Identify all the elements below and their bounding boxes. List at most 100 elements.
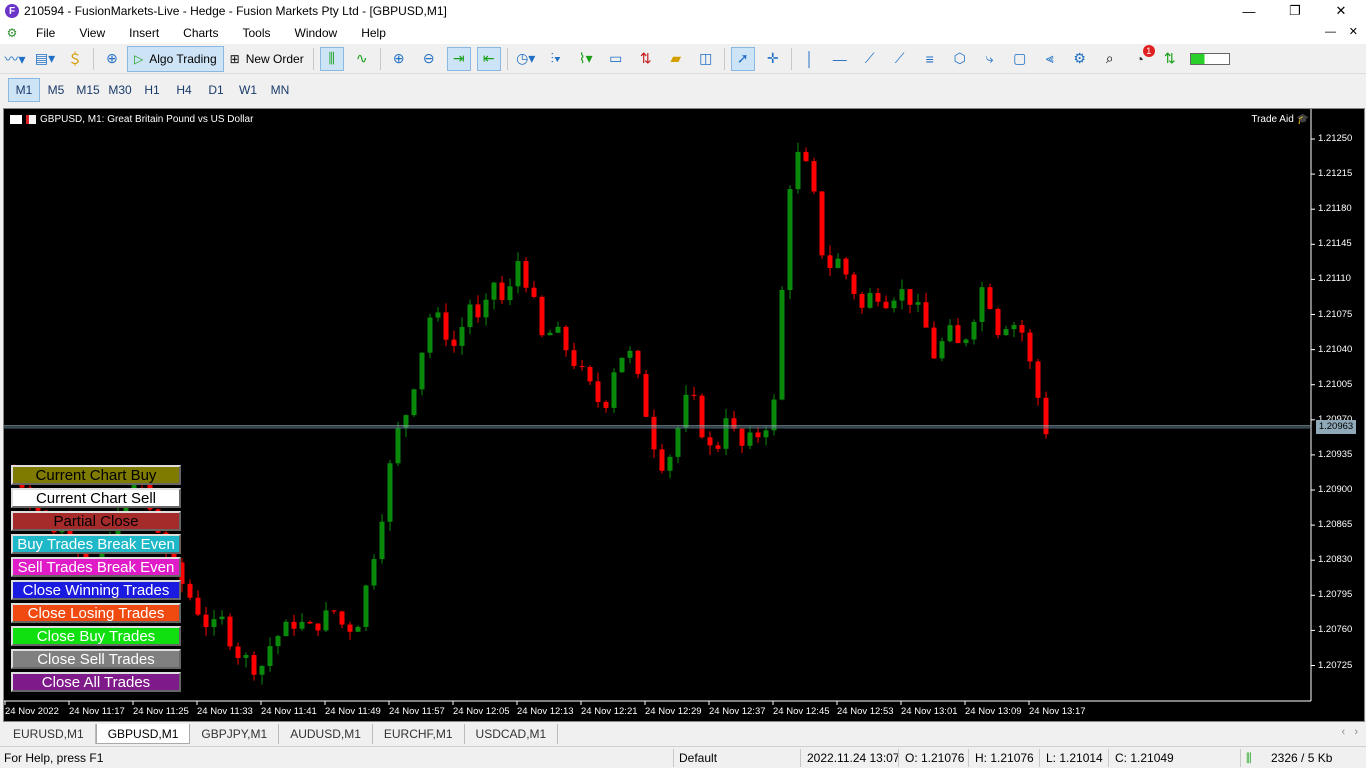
chart-symbol-icon[interactable] bbox=[26, 115, 36, 124]
status-datetime: 2022.11.24 13:07 bbox=[807, 751, 900, 765]
market-icon[interactable]: ⊕ bbox=[100, 47, 124, 71]
dollar-icon[interactable]: ＄ bbox=[63, 47, 87, 71]
candle-body bbox=[235, 646, 241, 658]
indicators-icon[interactable]: ⫶▾ bbox=[544, 47, 568, 71]
crosshair-icon[interactable]: ✛ bbox=[761, 47, 785, 71]
menu-help[interactable]: Help bbox=[349, 26, 398, 40]
separator bbox=[312, 47, 314, 70]
menu-window[interactable]: Window bbox=[283, 26, 350, 40]
chart-window[interactable]: GBPUSD, M1: Great Britain Pound vs US Do… bbox=[3, 108, 1365, 722]
line-chart-icon[interactable]: ∿ bbox=[350, 47, 374, 71]
menu-close-icon[interactable]: ✕ bbox=[1349, 25, 1358, 38]
candle-body bbox=[203, 614, 209, 628]
candle-body bbox=[299, 621, 305, 629]
tab-gbpjpy[interactable]: GBPJPY,M1 bbox=[190, 724, 280, 744]
timeframe-mn[interactable]: MN bbox=[264, 78, 296, 102]
close-all-trades-button[interactable]: Close All Trades bbox=[11, 672, 181, 692]
close-sell-trades-button[interactable]: Close Sell Trades bbox=[11, 649, 181, 669]
candlestick-chart[interactable] bbox=[4, 109, 1364, 721]
price-tick-label: 1.21005 bbox=[1318, 378, 1353, 390]
folder-icon[interactable]: ▰ bbox=[664, 47, 688, 71]
vertical-line-icon[interactable]: │ bbox=[798, 47, 822, 71]
chart-menu-icon[interactable] bbox=[10, 115, 22, 124]
candle-body bbox=[539, 296, 545, 336]
auto-scroll-icon[interactable]: ⇥ bbox=[446, 46, 471, 71]
path-icon[interactable]: ⤷ bbox=[978, 47, 1002, 71]
timeframe-toolbar: M1 M5 M15 M30 H1 H4 D1 W1 MN bbox=[0, 76, 1366, 104]
objects-icon[interactable]: ▭ bbox=[604, 47, 628, 71]
screenshot-icon[interactable]: ◫ bbox=[694, 47, 718, 71]
candle-body bbox=[323, 610, 329, 631]
signal-icon[interactable]: ⇅ bbox=[1158, 47, 1182, 71]
horizontal-line-icon[interactable]: — bbox=[828, 47, 852, 71]
tab-eurusd[interactable]: EURUSD,M1 bbox=[2, 724, 96, 744]
current-chart-sell-button[interactable]: Current Chart Sell bbox=[11, 488, 181, 508]
algo-trading-button[interactable]: ▷ Algo Trading bbox=[127, 45, 224, 72]
current-chart-buy-button[interactable]: Current Chart Buy bbox=[11, 465, 181, 485]
timeframe-h1[interactable]: H1 bbox=[136, 78, 168, 102]
tab-eurchf[interactable]: EURCHF,M1 bbox=[373, 724, 465, 744]
maximize-button[interactable]: ❐ bbox=[1272, 0, 1318, 22]
bar-chart-icon[interactable]: ⫼ bbox=[319, 46, 344, 71]
timeframe-w1[interactable]: W1 bbox=[232, 78, 264, 102]
timeframe-m1[interactable]: M1 bbox=[8, 78, 40, 102]
channel-icon[interactable]: ≡ bbox=[918, 47, 942, 71]
timeframe-m5[interactable]: M5 bbox=[40, 78, 72, 102]
tab-usdcad[interactable]: USDCAD,M1 bbox=[465, 724, 559, 744]
profiles-icon[interactable]: ▤▾ bbox=[33, 47, 57, 71]
candle-body bbox=[491, 282, 497, 300]
periods-icon[interactable]: ◷▾ bbox=[514, 47, 538, 71]
timeframe-m15[interactable]: M15 bbox=[72, 78, 104, 102]
candle-body bbox=[275, 636, 281, 647]
timeframe-d1[interactable]: D1 bbox=[200, 78, 232, 102]
fibonacci-icon[interactable]: ⫷ bbox=[1038, 47, 1062, 71]
trendline-icon[interactable]: ⟋ bbox=[858, 47, 882, 71]
notifications-icon[interactable]: ◔ 1 bbox=[1128, 44, 1155, 71]
menu-file[interactable]: File bbox=[24, 26, 67, 40]
shapes-icon[interactable]: ⬡ bbox=[948, 47, 972, 71]
search-icon[interactable]: ⌕ bbox=[1098, 47, 1122, 71]
candle-body bbox=[875, 293, 881, 302]
tab-gbpusd[interactable]: GBPUSD,M1 bbox=[95, 724, 191, 744]
candle-body bbox=[283, 621, 289, 637]
sell-trades-break-even-button[interactable]: Sell Trades Break Even bbox=[11, 557, 181, 577]
close-winning-trades-button[interactable]: Close Winning Trades bbox=[11, 580, 181, 600]
minimize-button[interactable]: — bbox=[1226, 0, 1272, 22]
close-buy-trades-button[interactable]: Close Buy Trades bbox=[11, 626, 181, 646]
close-button[interactable]: ✕ bbox=[1318, 0, 1364, 22]
rectangle-icon[interactable]: ▢ bbox=[1008, 47, 1032, 71]
candle-body bbox=[507, 286, 513, 301]
menu-insert[interactable]: Insert bbox=[117, 26, 171, 40]
candle-body bbox=[603, 401, 609, 408]
candle-body bbox=[251, 655, 257, 675]
ray-icon[interactable]: ⟋ bbox=[888, 47, 912, 71]
status-help: For Help, press F1 bbox=[4, 751, 104, 765]
new-chart-icon[interactable]: 〰▾ bbox=[3, 47, 27, 71]
menu-view[interactable]: View bbox=[67, 26, 117, 40]
menu-minimize-icon[interactable]: — bbox=[1325, 26, 1336, 38]
chart-shift-icon[interactable]: ⇤ bbox=[476, 46, 501, 71]
partial-close-button[interactable]: Partial Close bbox=[11, 511, 181, 531]
zoom-out-icon[interactable]: ⊖ bbox=[417, 47, 441, 71]
new-order-button[interactable]: ⊞ New Order bbox=[224, 46, 310, 72]
candle-body bbox=[531, 287, 537, 297]
separator bbox=[790, 47, 792, 70]
time-tick-label: 24 Nov 12:13 bbox=[517, 706, 574, 717]
traffic-icon: ⫼ bbox=[1246, 751, 1252, 765]
timeframe-h4[interactable]: H4 bbox=[168, 78, 200, 102]
timeframe-m30[interactable]: M30 bbox=[104, 78, 136, 102]
candle-body bbox=[659, 449, 665, 471]
depth-icon[interactable]: ⇅ bbox=[634, 47, 658, 71]
buy-trades-break-even-button[interactable]: Buy Trades Break Even bbox=[11, 534, 181, 554]
tab-scroll-arrows[interactable]: ‹ › bbox=[1342, 726, 1359, 738]
zoom-in-icon[interactable]: ⊕ bbox=[387, 47, 411, 71]
templates-icon[interactable]: ⌇▾ bbox=[574, 47, 598, 71]
tools-icon[interactable]: ⚙ bbox=[1068, 47, 1092, 71]
menu-charts[interactable]: Charts bbox=[171, 26, 230, 40]
tab-audusd[interactable]: AUDUSD,M1 bbox=[279, 724, 373, 744]
candle-body bbox=[195, 597, 201, 615]
close-losing-trades-button[interactable]: Close Losing Trades bbox=[11, 603, 181, 623]
candle-body bbox=[227, 616, 233, 647]
menu-tools[interactable]: Tools bbox=[231, 26, 283, 40]
cursor-icon[interactable]: ➚ bbox=[730, 46, 755, 71]
